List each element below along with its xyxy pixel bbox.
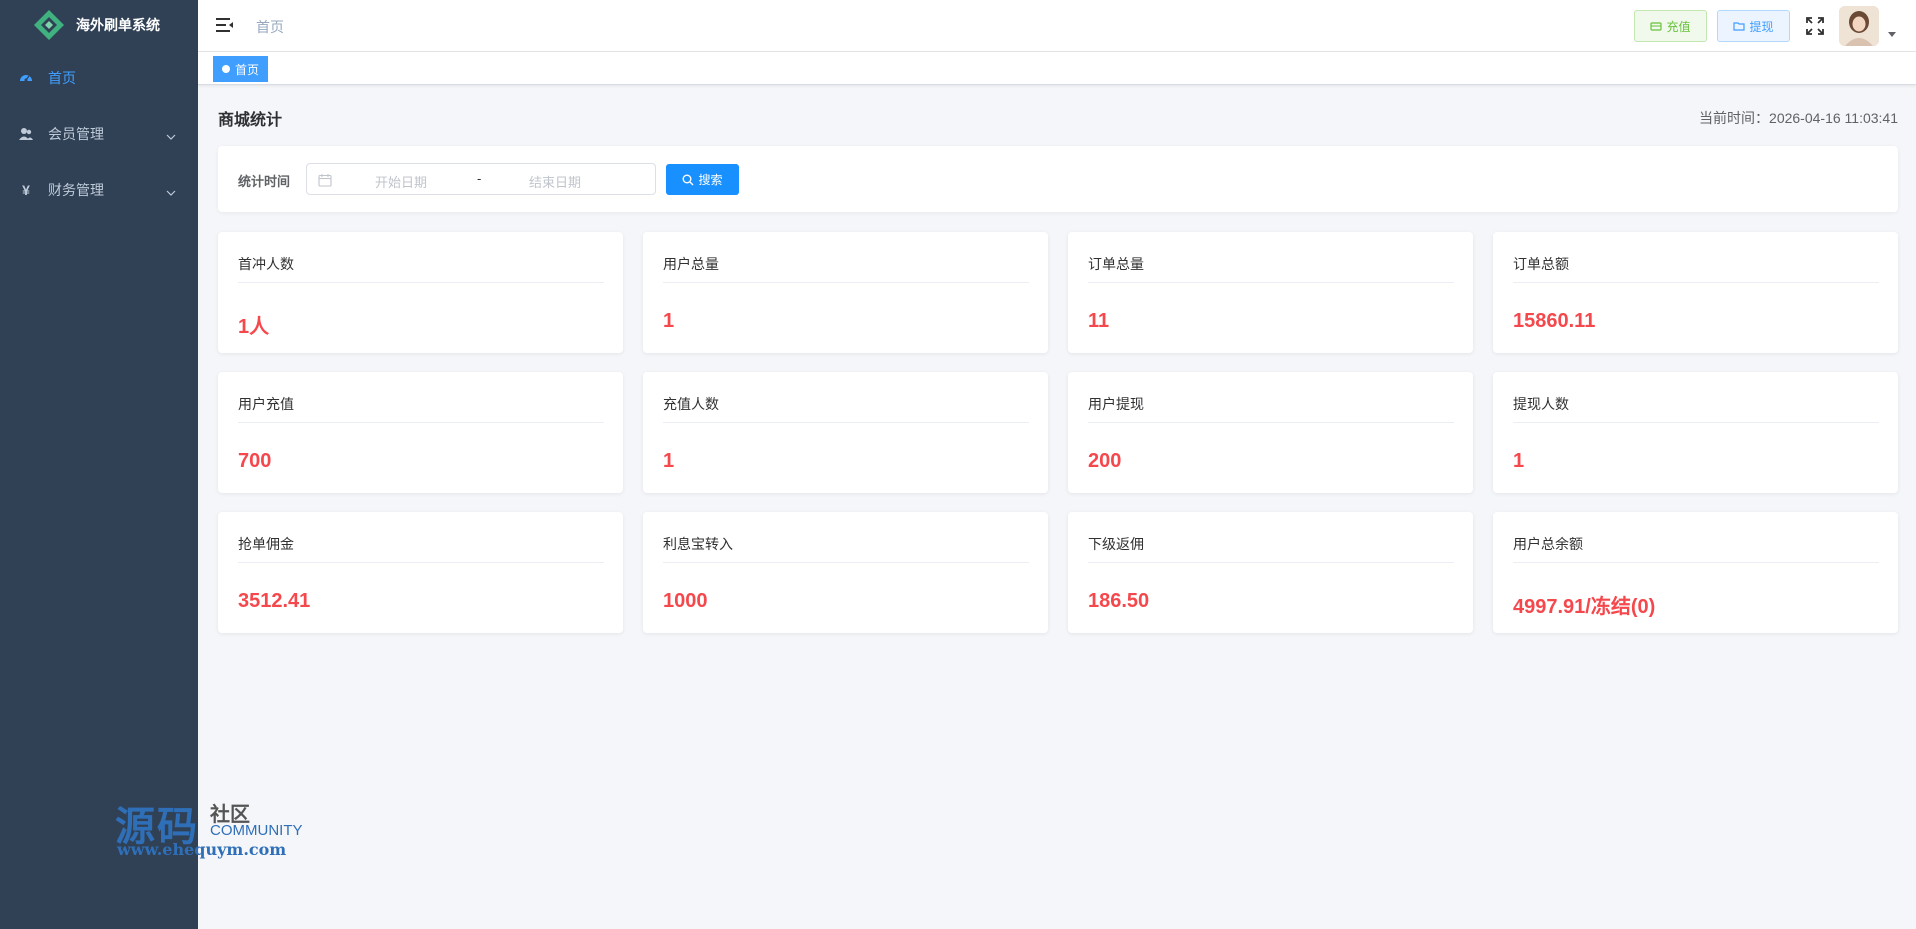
stat-card-first-deposit: 首冲人数 1人 <box>218 232 623 353</box>
sidebar-item-members[interactable]: 会员管理 <box>0 106 198 162</box>
recharge-label: 充值 <box>1666 19 1691 34</box>
tag-label: 首页 <box>235 62 260 77</box>
stat-card-order-amount: 订单总额 15860.11 <box>1493 232 1898 353</box>
avatar[interactable] <box>1839 6 1879 46</box>
stat-value: 3512.41 <box>238 590 311 612</box>
divider <box>238 562 604 563</box>
stat-title: 首冲人数 <box>238 256 294 272</box>
stat-title: 利息宝转入 <box>663 536 733 552</box>
stat-card-total-users: 用户总量 1 <box>643 232 1048 353</box>
stat-title: 提现人数 <box>1513 396 1569 412</box>
divider <box>1088 422 1454 423</box>
yen-icon: ¥ <box>22 182 30 198</box>
divider <box>238 282 604 283</box>
stat-value: 1 <box>663 310 675 332</box>
stat-title: 订单总量 <box>1088 256 1144 272</box>
active-dot-icon <box>222 65 230 73</box>
stat-title: 用户总量 <box>663 256 719 272</box>
stat-title: 充值人数 <box>663 396 719 412</box>
sidebar-item-label: 财务管理 <box>48 182 104 198</box>
stat-value: 200 <box>1088 450 1122 472</box>
page-title: 商城统计 <box>218 112 283 129</box>
sidebar-item-label: 首页 <box>48 70 76 86</box>
start-date-input[interactable]: 开始日期 <box>375 172 427 191</box>
current-time: 当前时间：2026-04-16 11:03:41 <box>1699 110 1898 126</box>
stat-card-interest-transfer: 利息宝转入 1000 <box>643 512 1048 633</box>
stat-card-total-balance: 用户总余额 4997.91/冻结(0) <box>1493 512 1898 633</box>
sidebar: 海外刷单系统 首页 会员管理 ¥ 财务管理 <box>0 0 198 929</box>
watermark: 源码 社区 COMMUNITY www.ehequym.com <box>115 794 315 860</box>
search-button[interactable]: 搜索 <box>666 164 739 195</box>
stat-card-user-recharge: 用户充值 700 <box>218 372 623 493</box>
caret-down-icon[interactable] <box>1888 32 1896 37</box>
chevron-down-icon <box>166 185 176 196</box>
stat-card-grab-commission: 抢单佣金 3512.41 <box>218 512 623 633</box>
stat-value: 186.50 <box>1088 590 1150 612</box>
users-icon <box>18 126 34 142</box>
withdraw-button[interactable]: 提现 <box>1717 10 1790 42</box>
search-icon <box>682 174 694 186</box>
app-title: 海外刷单系统 <box>76 17 160 33</box>
stat-value: 11 <box>1088 310 1110 332</box>
sidebar-item-label: 会员管理 <box>48 126 104 142</box>
stat-value: 700 <box>238 450 272 472</box>
divider <box>1513 562 1879 563</box>
dashboard-icon <box>18 70 34 86</box>
withdraw-label: 提现 <box>1749 19 1774 34</box>
menu-toggle-icon[interactable] <box>216 17 234 33</box>
stat-value: 1 <box>663 450 675 472</box>
recharge-button[interactable]: 充值 <box>1634 10 1707 42</box>
divider <box>1088 562 1454 563</box>
divider <box>663 562 1029 563</box>
divider <box>1513 422 1879 423</box>
date-range-picker[interactable]: 开始日期 - 结束日期 <box>306 163 656 195</box>
stat-card-user-withdraw: 用户提现 200 <box>1068 372 1473 493</box>
stat-title: 用户充值 <box>238 396 294 412</box>
tag-home[interactable]: 首页 <box>213 56 269 82</box>
stat-title: 用户总余额 <box>1513 536 1583 552</box>
end-date-input[interactable]: 结束日期 <box>529 172 581 191</box>
divider <box>663 282 1029 283</box>
stat-title: 抢单佣金 <box>238 536 294 552</box>
stat-title: 订单总额 <box>1513 256 1569 272</box>
stat-value: 15860.11 <box>1513 310 1596 332</box>
chevron-down-icon <box>166 129 176 140</box>
breadcrumb[interactable]: 首页 <box>256 17 284 37</box>
watermark-community-text: COMMUNITY <box>210 822 303 839</box>
stat-card-withdraw-users: 提现人数 1 <box>1493 372 1898 493</box>
stat-value: 1 <box>1513 450 1525 472</box>
search-label: 搜索 <box>698 173 723 187</box>
divider <box>1088 282 1454 283</box>
stat-value: 4997.91/冻结(0) <box>1513 596 1656 618</box>
stat-title: 下级返佣 <box>1088 536 1144 552</box>
stat-value: 1人 <box>238 316 270 338</box>
topbar: 首页 充值 提现 <box>198 0 1916 52</box>
wallet-icon <box>1650 20 1663 32</box>
fullscreen-icon[interactable] <box>1805 16 1825 36</box>
folder-icon <box>1733 20 1746 32</box>
divider <box>663 422 1029 423</box>
filter-card: 统计时间 开始日期 - 结束日期 搜索 <box>218 146 1898 212</box>
tags-view: 首页 <box>198 52 1916 85</box>
date-separator: - <box>477 171 482 186</box>
sidebar-item-home[interactable]: 首页 <box>0 50 198 106</box>
filter-label: 统计时间 <box>238 174 291 189</box>
logo[interactable]: 海外刷单系统 <box>0 0 198 50</box>
calendar-icon <box>318 173 332 187</box>
stat-title: 用户提现 <box>1088 396 1144 412</box>
divider <box>1513 282 1879 283</box>
stat-card-total-orders: 订单总量 11 <box>1068 232 1473 353</box>
stat-card-recharge-users: 充值人数 1 <box>643 372 1048 493</box>
stat-card-sub-commission: 下级返佣 186.50 <box>1068 512 1473 633</box>
sidebar-item-finance[interactable]: ¥ 财务管理 <box>0 162 198 218</box>
watermark-url: www.ehequym.com <box>117 840 287 859</box>
logo-icon <box>32 8 66 42</box>
stat-value: 1000 <box>663 590 708 612</box>
divider <box>238 422 604 423</box>
